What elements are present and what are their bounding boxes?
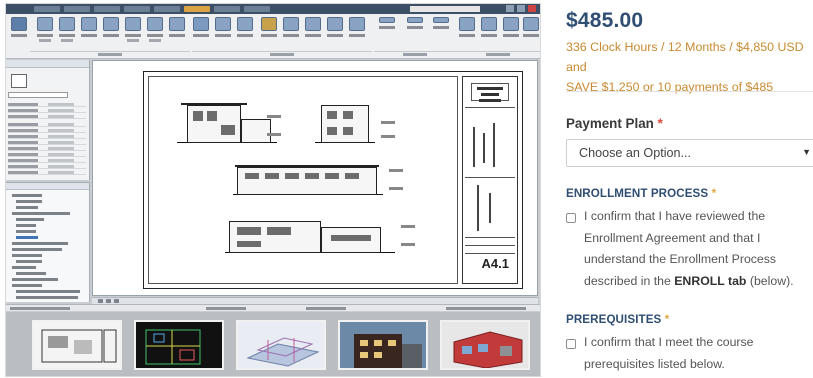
enrollment-confirm-label[interactable]: I confirm that I have reviewed the Enrol… <box>584 206 810 292</box>
prerequisites-confirm-checkbox[interactable] <box>566 339 576 349</box>
section-tool-icon <box>282 17 300 45</box>
course-details-line: 336 Clock Hours / 12 Months / $4,850 USD… <box>566 40 804 74</box>
schedules-tool-icon <box>406 17 424 45</box>
visibility-tool-icon <box>58 17 76 45</box>
user-interface-tool-icon <box>522 17 540 45</box>
app-ribbon <box>6 14 540 59</box>
type-selector <box>8 92 68 98</box>
sheet-type-icon <box>11 74 27 88</box>
gallery-thumb-cad-plan[interactable] <box>134 320 224 370</box>
remove-hidden-tool-icon <box>146 17 164 45</box>
chevron-down-icon: ▼ <box>802 147 811 157</box>
screenshot-gallery <box>6 312 540 376</box>
thin-lines-tool-icon <box>102 17 120 45</box>
drawing-canvas: A4.1 <box>92 60 538 296</box>
prerequisites-heading: PREREQUISITES * <box>566 313 669 326</box>
graphics-panel-label <box>30 51 190 57</box>
required-asterisk: * <box>664 313 670 326</box>
view-control-bar <box>92 297 538 304</box>
app-status-bar <box>6 304 540 311</box>
app-titlebar <box>6 4 540 14</box>
render-gallery-tool-icon <box>236 17 254 45</box>
divider <box>566 91 813 92</box>
product-screenshot: A4.1 <box>5 3 541 377</box>
enrollment-process-heading: ENROLLMENT PROCESS * <box>566 187 716 200</box>
gallery-thumb-3d-model[interactable] <box>440 320 530 370</box>
payment-plan-label: Payment Plan * <box>566 116 663 131</box>
ribbon-tabs <box>34 6 270 12</box>
course-price: $485.00 <box>566 9 644 32</box>
windows-panel-label <box>456 51 540 57</box>
close-hidden-tool-icon <box>480 17 498 45</box>
enrollment-confirm-checkbox[interactable] <box>566 213 576 223</box>
project-browser <box>6 182 90 302</box>
prerequisites-title: PREREQUISITES <box>566 313 662 326</box>
properties-palette <box>6 60 90 180</box>
elevation-drawing <box>315 101 375 143</box>
course-purchase-panel: $485.00 336 Clock Hours / 12 Months / $4… <box>558 0 813 378</box>
replicate-tool-icon <box>502 17 520 45</box>
create-panel-label <box>192 51 372 57</box>
elevation-drawing <box>177 97 277 143</box>
filters-tool-icon <box>80 17 98 45</box>
render-tool-icon <box>192 17 210 45</box>
sheet-composition-panel-label <box>374 51 456 57</box>
enrollment-process-title: ENROLLMENT PROCESS <box>566 187 709 200</box>
drawing-sheet: A4.1 <box>143 71 523 289</box>
enroll-tab-reference: ENROLL tab <box>674 273 747 288</box>
elevation-drawing <box>233 161 383 195</box>
cut-profile-tool-icon <box>168 17 186 45</box>
elevation-drawing <box>225 213 395 253</box>
view-tool-icon <box>36 17 54 45</box>
switch-windows-tool-icon <box>458 17 476 45</box>
payment-plan-selected-value: Choose an Option... <box>579 146 692 160</box>
callout-tool-icon <box>304 17 322 45</box>
render-cloud-tool-icon <box>214 17 232 45</box>
gallery-thumb-3d-frame[interactable] <box>236 320 326 370</box>
payment-plan-label-text: Payment Plan <box>566 116 654 131</box>
title-block: A4.1 <box>462 76 518 284</box>
plan-views-tool-icon <box>326 17 344 45</box>
modify-tool-icon <box>10 17 28 45</box>
course-details-line: SAVE $1,250 or 10 payments of $485 <box>566 80 774 94</box>
enrollment-confirm-text-end: (below). <box>746 273 794 288</box>
window-controls <box>506 5 536 12</box>
app-search-box <box>410 6 480 12</box>
3d-view-tool-icon <box>260 17 278 45</box>
gallery-thumb-render[interactable] <box>338 320 428 370</box>
show-hidden-tool-icon <box>124 17 142 45</box>
elevation-tool-icon <box>348 17 366 45</box>
sheet-tool-icon <box>432 17 450 45</box>
prerequisites-confirm-label[interactable]: I confirm that I meet the course prerequ… <box>584 332 810 375</box>
sheet-number: A4.1 <box>481 256 509 271</box>
payment-plan-select[interactable]: Choose an Option... ▼ <box>566 139 813 167</box>
course-details: 336 Clock Hours / 12 Months / $4,850 USD… <box>566 37 813 97</box>
required-asterisk: * <box>657 116 663 131</box>
gallery-thumb-sheet[interactable] <box>32 320 122 370</box>
drafting-view-tool-icon <box>378 17 396 45</box>
required-asterisk: * <box>711 187 717 200</box>
